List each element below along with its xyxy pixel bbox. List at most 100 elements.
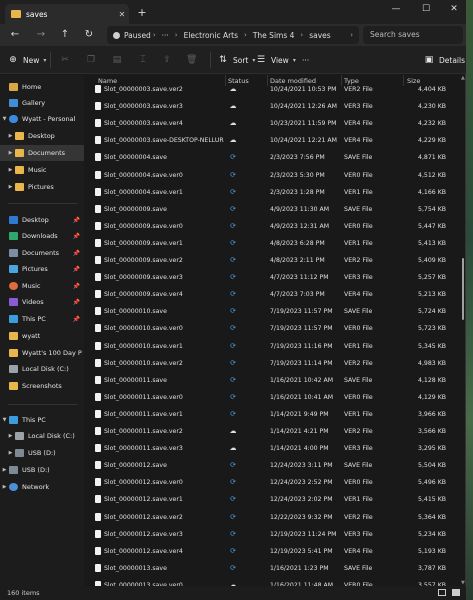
vertical-scrollbar[interactable]: ▲ ▼	[461, 75, 466, 586]
sidebar-item-onedrive-pictures[interactable]: ▶ Pictures	[0, 179, 84, 195]
view-button[interactable]: ☰ View ▾	[256, 54, 296, 66]
chevron-right-icon[interactable]: ▶	[6, 133, 15, 139]
sort-button[interactable]: ⇅ Sort ▾	[218, 54, 255, 66]
paste-button[interactable]: ▤	[112, 54, 127, 66]
sidebar-item-quick-videos[interactable]: Videos 📌	[0, 294, 84, 310]
address-bar[interactable]: Paused › ··· › Electronic Arts › The Sim…	[107, 26, 359, 44]
sidebar-item-onedrive-music[interactable]: ▶ Music	[0, 162, 84, 178]
delete-button[interactable]: 🗑	[186, 54, 201, 66]
table-row[interactable]: Slot_00000011.save.ver0 1/16/2021 10:41 A…	[86, 389, 460, 406]
back-button[interactable]: ←	[8, 29, 22, 41]
sidebar-item-onedrive[interactable]: ▼ Wyatt - Personal	[0, 111, 84, 127]
table-row[interactable]: Slot_00000012.save 12/24/2023 3:11 PM SAVE…	[86, 457, 460, 474]
up-button[interactable]: ↑	[58, 29, 72, 41]
forward-button[interactable]: →	[34, 29, 48, 41]
table-row[interactable]: Slot_00000003.save-DESKTOP-NELLURQ... 10/…	[86, 132, 460, 149]
new-button[interactable]: ⊕ New ▾	[8, 54, 46, 66]
details-view-icon[interactable]	[438, 589, 446, 596]
chevron-right-icon[interactable]: ›	[350, 31, 353, 39]
table-row[interactable]: Slot_00000009.save.ver3 4/7/2023 11:12 PM…	[86, 269, 460, 286]
table-row[interactable]: Slot_00000011.save 1/16/2021 10:42 AM SAVE…	[86, 372, 460, 389]
sidebar-item-usb-d[interactable]: ▶ USB (D:)	[0, 462, 84, 478]
table-row[interactable]: Slot_00000010.save.ver1 7/19/2023 11:16 P…	[86, 338, 460, 355]
sidebar-item-wyatt[interactable]: wyatt	[0, 328, 84, 344]
table-row[interactable]: Slot_00000012.save.ver4 12/19/2023 5:41 P…	[86, 543, 460, 560]
table-row[interactable]: Slot_00000009.save.ver0 4/9/2023 12:31 AM…	[86, 218, 460, 235]
sidebar-item-quick-documents[interactable]: Documents 📌	[0, 245, 84, 261]
cut-button[interactable]: ✂	[60, 54, 75, 66]
sidebar-item-quick-desktop[interactable]: Desktop 📌	[0, 212, 84, 228]
table-row[interactable]: Slot_00000012.save.ver2 12/22/2023 9:32 P…	[86, 509, 460, 526]
maximize-button[interactable]: ☐	[414, 2, 438, 16]
table-row[interactable]: Slot_00000010.save 7/19/2023 11:57 PM SAVE…	[86, 303, 460, 320]
details-button[interactable]: ▣ Details	[424, 54, 465, 66]
table-row[interactable]: Slot_00000012.save.ver0 12/24/2023 2:52 P…	[86, 474, 460, 491]
scroll-up-icon[interactable]: ▲	[461, 75, 465, 81]
copy-button[interactable]: ❐	[86, 54, 101, 66]
search-input[interactable]: Search saves	[363, 26, 463, 44]
chevron-right-icon[interactable]: ▶	[6, 433, 15, 439]
sidebar-item-label: Pictures	[22, 265, 48, 273]
table-row[interactable]: Slot_00000011.save.ver2 1/14/2021 4:21 PM…	[86, 423, 460, 440]
table-row[interactable]: Slot_00000012.save.ver3 12/19/2023 11:24 …	[86, 526, 460, 543]
chevron-right-icon[interactable]: ▶	[6, 167, 15, 173]
address-ellipsis[interactable]: ···	[162, 31, 169, 40]
refresh-button[interactable]: ↻	[82, 29, 96, 41]
table-row[interactable]: Slot_00000010.save.ver2 7/19/2023 11:14 P…	[86, 355, 460, 372]
chevron-down-icon[interactable]: ▼	[0, 417, 9, 423]
sidebar-item-onedrive-desktop[interactable]: ▶ Desktop	[0, 128, 84, 144]
table-row[interactable]: Slot_00000004.save.ver0 2/3/2023 5:30 PM V…	[86, 167, 460, 184]
sidebar-item-onedrive-documents[interactable]: ▶ Documents	[0, 145, 84, 161]
tiles-view-icon[interactable]	[452, 589, 460, 596]
table-row[interactable]: Slot_00000003.save.ver2 10/24/2021 10:53 …	[86, 81, 460, 98]
sidebar-item-quick-music[interactable]: Music 📌	[0, 278, 84, 294]
sidebar-item-usb-d-child[interactable]: ▶ USB (D:)	[0, 445, 84, 461]
chevron-right-icon[interactable]: ▶	[6, 184, 15, 190]
table-row[interactable]: Slot_00000009.save.ver2 4/8/2023 2:11 PM V…	[86, 252, 460, 269]
table-row[interactable]: Slot_00000004.save 2/3/2023 7:56 PM SAVE F…	[86, 149, 460, 166]
table-row[interactable]: Slot_00000013.save.ver0 1/16/2021 11:48 A…	[86, 577, 460, 586]
sidebar-item-quick-local-disk[interactable]: Local Disk (C:)	[0, 361, 84, 377]
chevron-right-icon[interactable]: ▶	[6, 450, 15, 456]
sidebar-item-home[interactable]: Home	[0, 79, 84, 95]
sidebar-item-quick-downloads[interactable]: Downloads 📌	[0, 228, 84, 244]
chevron-right-icon[interactable]: ▶	[0, 484, 9, 490]
table-row[interactable]: Slot_00000009.save 4/9/2023 11:30 AM SAVE …	[86, 201, 460, 218]
more-options-button[interactable]: ···	[302, 54, 309, 66]
folder-icon	[9, 349, 18, 357]
scrollbar-thumb[interactable]	[462, 258, 464, 320]
table-row[interactable]: Slot_00000009.save.ver4 4/7/2023 7:03 PM V…	[86, 286, 460, 303]
breadcrumb-the-sims-4[interactable]: The Sims 4	[253, 31, 295, 40]
minimize-button[interactable]: —	[384, 2, 408, 16]
table-row[interactable]: Slot_00000004.save.ver1 2/3/2023 1:28 PM V…	[86, 184, 460, 201]
new-tab-button[interactable]: +	[136, 6, 148, 19]
sidebar-item-wyatts-100-day[interactable]: Wyatt's 100 Day Pre	[0, 345, 84, 361]
table-row[interactable]: Slot_00000003.save.ver4 10/23/2021 11:59 …	[86, 115, 460, 132]
sidebar-item-local-disk[interactable]: ▶ Local Disk (C:)	[0, 428, 84, 444]
table-row[interactable]: Slot_00000011.save.ver1 1/14/2021 9:49 PM…	[86, 406, 460, 423]
chevron-right-icon[interactable]: ▶	[6, 150, 15, 156]
table-row[interactable]: Slot_00000011.save.ver3 1/14/2021 4:00 PM…	[86, 440, 460, 457]
sidebar-item-quick-this-pc[interactable]: This PC 📌	[0, 311, 84, 327]
sidebar-item-this-pc[interactable]: ▼ This PC	[0, 412, 84, 428]
table-row[interactable]: Slot_00000012.save.ver1 12/24/2023 2:02 P…	[86, 491, 460, 508]
table-row[interactable]: Slot_00000010.save.ver0 7/19/2023 11:57 P…	[86, 320, 460, 337]
rename-button[interactable]: ⌶	[138, 54, 153, 66]
table-row[interactable]: Slot_00000013.save 1/16/2021 1:23 PM SAVE …	[86, 560, 460, 577]
chevron-right-icon[interactable]: ▶	[0, 467, 9, 473]
table-row[interactable]: Slot_00000003.save.ver3 10/24/2021 12:26 …	[86, 98, 460, 115]
close-tab-icon[interactable]: ✕	[115, 10, 129, 19]
sidebar-item-screenshots[interactable]: Screenshots	[0, 378, 84, 394]
file-icon	[95, 256, 101, 264]
chevron-down-icon[interactable]: ▼	[0, 116, 9, 122]
breadcrumb-electronic-arts[interactable]: Electronic Arts	[184, 31, 238, 40]
share-button[interactable]: ⇪	[162, 54, 177, 66]
address-status[interactable]: Paused	[124, 31, 151, 40]
sidebar-item-gallery[interactable]: Gallery	[0, 95, 84, 111]
breadcrumb-saves[interactable]: saves	[309, 31, 330, 40]
tab-saves[interactable]: saves ✕	[5, 4, 129, 24]
sidebar-item-quick-pictures[interactable]: Pictures 📌	[0, 261, 84, 277]
table-row[interactable]: Slot_00000009.save.ver1 4/8/2023 6:28 PM V…	[86, 235, 460, 252]
sidebar-item-network[interactable]: ▶ Network	[0, 479, 84, 495]
close-window-button[interactable]: ✕	[442, 2, 466, 16]
